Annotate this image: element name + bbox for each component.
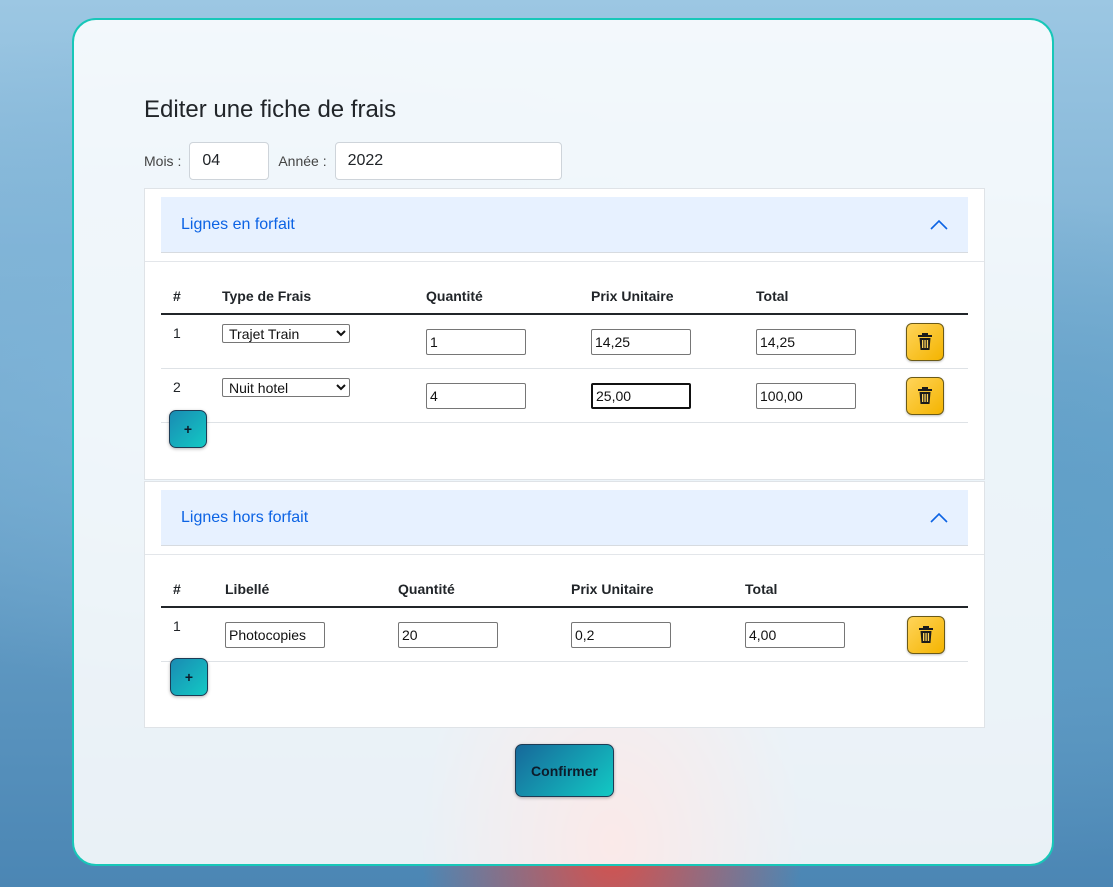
quantite-cell — [414, 314, 579, 369]
delete-row-button[interactable] — [907, 615, 945, 654]
quantite-input[interactable] — [426, 328, 526, 355]
accordion-divider — [145, 261, 984, 262]
column-header: Quantité — [386, 572, 559, 608]
actions-cell — [895, 607, 968, 662]
add-hors-forfait-line-button[interactable]: + — [170, 658, 208, 696]
total-input[interactable] — [756, 382, 856, 409]
forfait-accordion: Lignes en forfait # Type de Frais Quanti… — [144, 188, 985, 480]
row-number: 1 — [161, 314, 210, 369]
prix-unitaire-input[interactable] — [571, 621, 671, 648]
chevron-up-icon — [930, 219, 948, 231]
year-label: Année : — [278, 153, 327, 169]
column-header: Prix Unitaire — [579, 279, 744, 315]
type-cell: Trajet Train — [210, 314, 414, 369]
libelle-cell — [213, 607, 386, 662]
column-header: # — [161, 572, 213, 608]
delete-row-button[interactable] — [906, 322, 944, 361]
total-cell — [744, 314, 894, 369]
hors-forfait-accordion: Lignes hors forfait # Libellé Quantité P… — [144, 481, 985, 728]
actions-cell — [894, 314, 968, 369]
hors-forfait-table: # Libellé Quantité Prix Unitaire Total 1 — [161, 572, 968, 662]
column-header: Total — [744, 279, 894, 315]
column-header: Total — [733, 572, 895, 608]
table-row: 1 — [161, 607, 968, 662]
total-cell — [733, 607, 895, 662]
row-number: 1 — [161, 607, 213, 662]
prix-cell — [559, 607, 733, 662]
table-header-row: # Libellé Quantité Prix Unitaire Total — [161, 572, 968, 608]
column-header: Quantité — [414, 279, 579, 315]
column-header: Libellé — [213, 572, 386, 608]
quantite-cell — [386, 607, 559, 662]
table-row: 1 Trajet Train — [161, 314, 968, 369]
type-frais-select[interactable]: Nuit hotel — [222, 378, 350, 397]
table-row: 2 Nuit hotel — [161, 368, 968, 423]
hors-forfait-accordion-header[interactable]: Lignes hors forfait — [161, 490, 968, 546]
hors-forfait-accordion-title: Lignes hors forfait — [181, 508, 309, 526]
prix-unitaire-input[interactable] — [591, 382, 691, 409]
prix-cell — [579, 314, 744, 369]
month-label: Mois : — [144, 153, 182, 169]
month-input[interactable] — [189, 142, 270, 180]
delete-row-button[interactable] — [906, 376, 944, 415]
actions-cell — [894, 368, 968, 423]
libelle-input[interactable] — [225, 621, 325, 648]
prix-unitaire-input[interactable] — [591, 328, 691, 355]
period-selector: Mois : Année : — [144, 141, 562, 181]
trash-icon — [918, 333, 932, 350]
forfait-table: # Type de Frais Quantité Prix Unitaire T… — [161, 279, 968, 423]
type-frais-select[interactable]: Trajet Train — [222, 324, 350, 343]
type-cell: Nuit hotel — [210, 368, 414, 423]
column-header-actions — [895, 572, 968, 608]
chevron-up-icon — [930, 512, 948, 524]
total-input[interactable] — [745, 621, 845, 648]
add-forfait-line-button[interactable]: + — [169, 410, 207, 448]
column-header: Type de Frais — [210, 279, 414, 315]
page-title: Editer une fiche de frais — [144, 96, 397, 123]
column-header: # — [161, 279, 210, 315]
trash-icon — [919, 626, 933, 643]
total-cell — [744, 368, 894, 423]
total-input[interactable] — [756, 328, 856, 355]
confirm-button[interactable]: Confirmer — [515, 744, 614, 797]
accordion-divider — [145, 554, 984, 555]
table-header-row: # Type de Frais Quantité Prix Unitaire T… — [161, 279, 968, 315]
quantite-input[interactable] — [398, 621, 498, 648]
prix-cell — [579, 368, 744, 423]
trash-icon — [918, 387, 932, 404]
year-input[interactable] — [334, 142, 562, 180]
forfait-accordion-header[interactable]: Lignes en forfait — [161, 197, 968, 253]
column-header: Prix Unitaire — [559, 572, 733, 608]
quantite-input[interactable] — [426, 382, 526, 409]
column-header-actions — [894, 279, 968, 315]
forfait-accordion-title: Lignes en forfait — [181, 215, 295, 233]
quantite-cell — [414, 368, 579, 423]
